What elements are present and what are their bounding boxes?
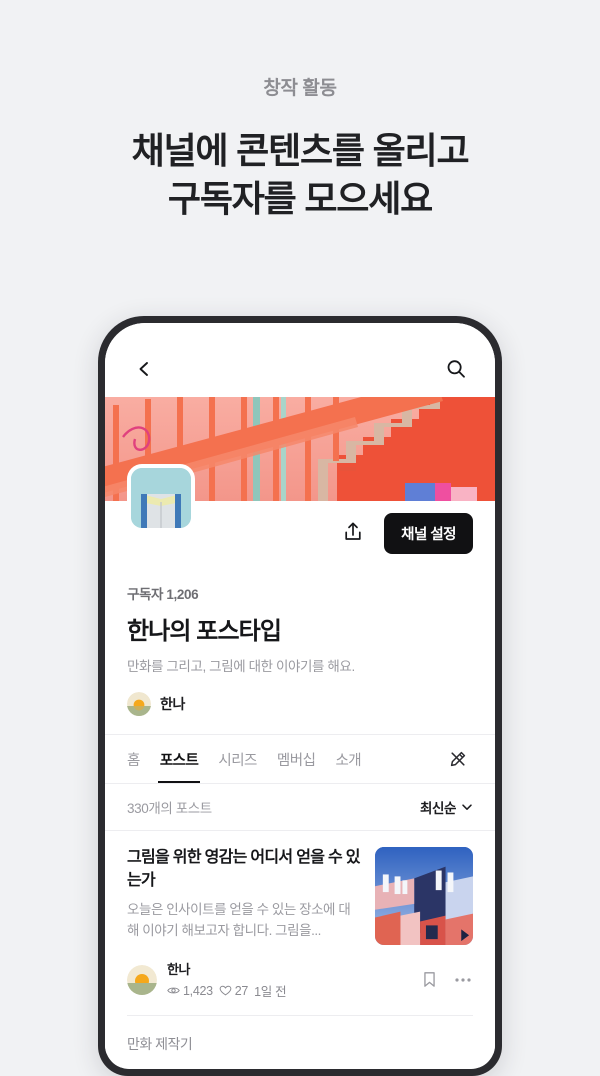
more-options-button[interactable] xyxy=(453,970,473,990)
write-post-button[interactable] xyxy=(443,744,473,774)
post-list-header: 330개의 포스트 최신순 xyxy=(105,784,495,831)
post-actions xyxy=(420,970,473,990)
search-button[interactable] xyxy=(439,352,473,386)
channel-name: 한나의 포스타입 xyxy=(127,618,282,645)
channel-avatar[interactable] xyxy=(127,464,195,532)
post-excerpt: 오늘은 인사이트를 얻을 수 있는 장소에 대해 이야기 해보고자 합니다. 그… xyxy=(127,902,351,939)
post-views-value: 1,423 xyxy=(183,983,213,998)
tab-series[interactable]: 시리즈 xyxy=(218,735,257,783)
post-body: 그림을 위한 영감는 어디서 얻을 수 있는가 오늘은 인사이트를 얻을 수 있… xyxy=(127,847,473,945)
post-likes-value: 27 xyxy=(234,983,249,998)
search-icon xyxy=(447,360,465,378)
eye-icon xyxy=(167,987,180,994)
app-bar xyxy=(105,323,495,397)
hero-eyebrow: 창작 활동 xyxy=(263,78,337,99)
post-time: 1일 전 xyxy=(254,985,287,999)
hero-title-line-1: 채널에 콘텐츠를 올리고 xyxy=(131,129,470,171)
sort-label: 최신순 xyxy=(419,801,456,816)
more-dots-icon xyxy=(455,977,471,982)
post-meta-texts: 한나 1,423 27 1일 전 xyxy=(167,959,420,1000)
share-upload-icon xyxy=(345,522,361,540)
open-book-icon xyxy=(131,468,191,528)
post-thumbnail xyxy=(375,847,473,945)
owner-name: 한나 xyxy=(160,696,185,712)
bookmark-icon xyxy=(424,972,435,987)
share-button[interactable] xyxy=(336,515,370,549)
tab-home[interactable]: 홈 xyxy=(127,735,140,783)
channel-description: 만화를 그리고, 그림에 대한 이야기를 해요. xyxy=(127,659,355,674)
channel-tabs: 홈 포스트 시리즈 멤버십 소개 xyxy=(105,734,495,784)
tab-about[interactable]: 소개 xyxy=(335,735,361,783)
post-author-name: 한나 xyxy=(167,962,191,977)
post-author-avatar xyxy=(127,964,157,995)
phone-mockup: 채널 설정 구독자 1,206 한나의 포스타입 만화를 그리고, 그림에 대한… xyxy=(98,316,502,1076)
phone-screen: 채널 설정 구독자 1,206 한나의 포스타입 만화를 그리고, 그림에 대한… xyxy=(105,323,495,1069)
channel-settings-button[interactable]: 채널 설정 xyxy=(384,513,473,554)
post-title: 그림을 위한 영감는 어디서 얻을 수 있는가 xyxy=(127,849,360,889)
post-likes: 27 xyxy=(219,984,248,998)
sunrise-avatar-icon xyxy=(127,692,151,716)
channel-owner[interactable]: 한나 xyxy=(127,692,473,716)
sunrise-avatar-icon xyxy=(127,964,157,995)
hero-title-line-2: 구독자를 모으세요 xyxy=(167,177,433,219)
channel-profile-section: 채널 설정 구독자 1,206 한나의 포스타입 만화를 그리고, 그림에 대한… xyxy=(105,464,495,734)
pencil-write-icon xyxy=(450,751,466,767)
post-meta-row: 한나 1,423 27 1일 전 xyxy=(127,945,473,1016)
heart-icon xyxy=(219,985,232,996)
owner-avatar xyxy=(127,692,151,716)
page-title: 채널에 콘텐츠를 올리고 구독자를 모으세요 xyxy=(0,127,600,223)
tab-posts[interactable]: 포스트 xyxy=(157,735,200,783)
chevron-left-icon xyxy=(139,362,148,376)
next-post-title[interactable]: 만화 제작기 xyxy=(105,1016,495,1054)
tab-membership[interactable]: 멤버십 xyxy=(277,735,316,783)
architecture-photo xyxy=(375,847,473,945)
hero-section: 창작 활동 채널에 콘텐츠를 올리고 구독자를 모으세요 xyxy=(0,0,600,223)
channel-avatar-image xyxy=(131,468,191,528)
subscriber-count: 구독자 1,206 xyxy=(127,587,199,602)
post-list-item[interactable]: 그림을 위한 영감는 어디서 얻을 수 있는가 오늘은 인사이트를 얻을 수 있… xyxy=(105,831,495,1016)
post-views: 1,423 xyxy=(167,984,213,998)
chevron-down-icon xyxy=(462,804,472,810)
sort-dropdown[interactable]: 최신순 xyxy=(420,797,473,817)
bookmark-button[interactable] xyxy=(420,970,439,989)
post-stats: 1,423 27 1일 전 xyxy=(167,981,420,1000)
post-text-block: 그림을 위한 영감는 어디서 얻을 수 있는가 오늘은 인사이트를 얻을 수 있… xyxy=(127,847,361,942)
post-count-label: 330개의 포스트 xyxy=(127,801,212,816)
back-button[interactable] xyxy=(127,352,161,386)
